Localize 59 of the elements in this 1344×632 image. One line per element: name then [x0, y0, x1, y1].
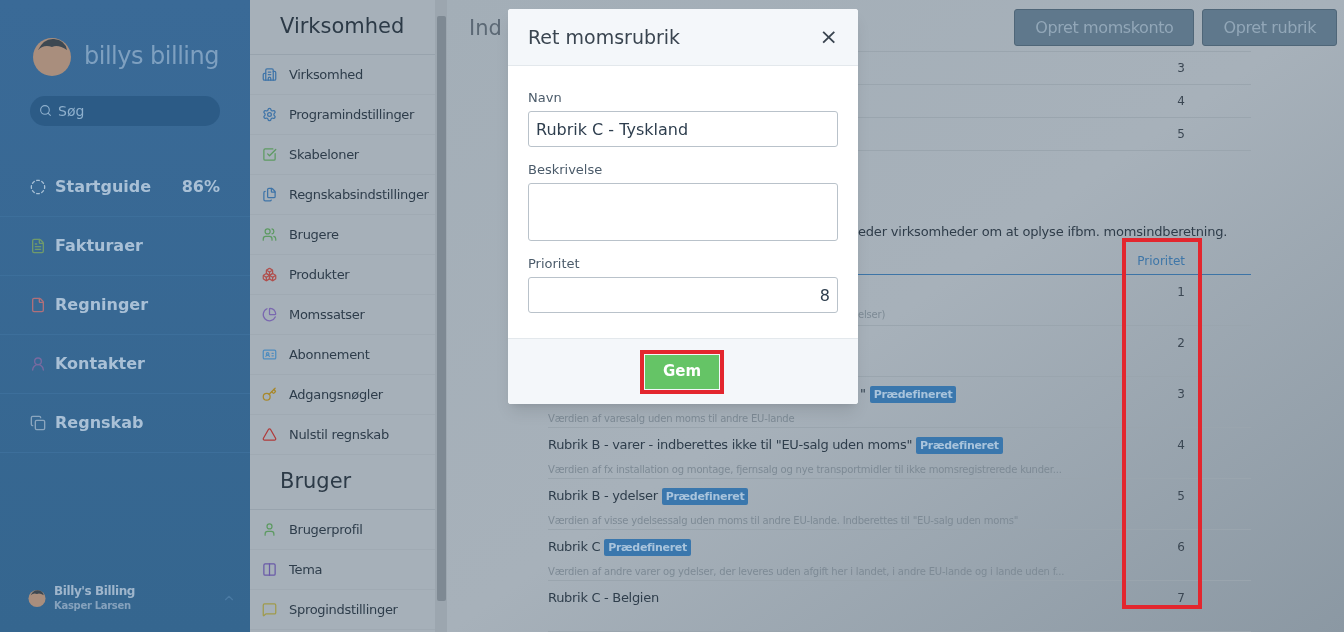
- description-field[interactable]: [528, 183, 838, 241]
- dialog-title: Ret momsrubrik: [528, 24, 682, 50]
- name-field[interactable]: Rubrik C - Tyskland: [528, 111, 838, 147]
- predefined-badge: Prædefineret: [869, 385, 957, 403]
- field-label: Navn: [528, 90, 563, 106]
- circle-icon: [30, 179, 46, 195]
- section-heading: Bruger: [280, 468, 352, 496]
- predefined-badge: Prædefineret: [661, 487, 749, 505]
- row-title: Rubrik B - ydelser: [548, 487, 658, 506]
- key-icon: [262, 387, 277, 402]
- priority-field[interactable]: 8: [528, 277, 838, 313]
- warning-triangle-icon: [262, 427, 277, 442]
- files-icon: [262, 187, 277, 202]
- priority-cell-text: 1: [1177, 284, 1185, 301]
- avatar-icon: [32, 36, 72, 76]
- building-icon: [262, 67, 277, 82]
- gear-icon: [262, 107, 277, 122]
- priority-cell-text: 7: [1177, 590, 1185, 607]
- priority-cell-text: 5: [1177, 488, 1185, 505]
- close-button[interactable]: ×: [819, 26, 838, 48]
- search-field[interactable]: Søg: [30, 96, 220, 126]
- priority-cell-text: 2: [1177, 335, 1185, 352]
- card-icon: [262, 347, 277, 362]
- field-label: Prioritet: [528, 256, 581, 272]
- check-icon: [262, 147, 277, 162]
- priority-cell-text: 3: [1177, 60, 1185, 77]
- copy-icon: [30, 415, 46, 431]
- description-text: eder virksomheder om at oplyse ifbm. momsindberetning.: [858, 224, 1228, 239]
- predefined-badge: Prædefineret: [604, 538, 691, 556]
- row-title: ": [860, 385, 866, 404]
- row-title: Rubrik C: [548, 538, 601, 557]
- boxes-icon: [262, 267, 277, 282]
- pie-chart-icon: [262, 307, 277, 322]
- users-icon: [262, 227, 277, 242]
- progress-percent: 86%: [181, 176, 220, 198]
- user-name: Kasper Larsen: [54, 599, 132, 612]
- priority-cell-text: 6: [1177, 539, 1185, 556]
- logo-text: billys billing: [84, 41, 219, 72]
- row-title: Rubrik C - Belgien: [548, 589, 659, 608]
- section-heading: Virksomhed: [280, 13, 405, 41]
- user-icon: [262, 522, 277, 537]
- columns-icon: [262, 562, 277, 577]
- priority-cell-text: 4: [1177, 437, 1185, 454]
- avatar-icon: [28, 589, 46, 607]
- document-icon: [30, 297, 46, 313]
- company-name: Billy's Billing: [54, 584, 137, 599]
- scrollbar[interactable]: [435, 0, 447, 632]
- scrollbar-thumb[interactable]: [436, 16, 446, 601]
- page-title: Ind: [469, 15, 502, 42]
- predefined-badge: Prædefineret: [916, 436, 1003, 454]
- priority-cell-text: 3: [1177, 386, 1185, 403]
- priority-cell-text: 5: [1177, 126, 1185, 143]
- row-title: Rubrik B - varer - indberettes ikke til "EU-salg uden moms": [548, 436, 913, 455]
- search-icon: [39, 104, 52, 117]
- speech-bubble-icon: [262, 602, 277, 617]
- document-icon: [30, 238, 46, 254]
- field-label: Beskrivelse: [528, 162, 604, 178]
- person-icon: [30, 356, 46, 372]
- priority-cell-text: 4: [1177, 93, 1185, 110]
